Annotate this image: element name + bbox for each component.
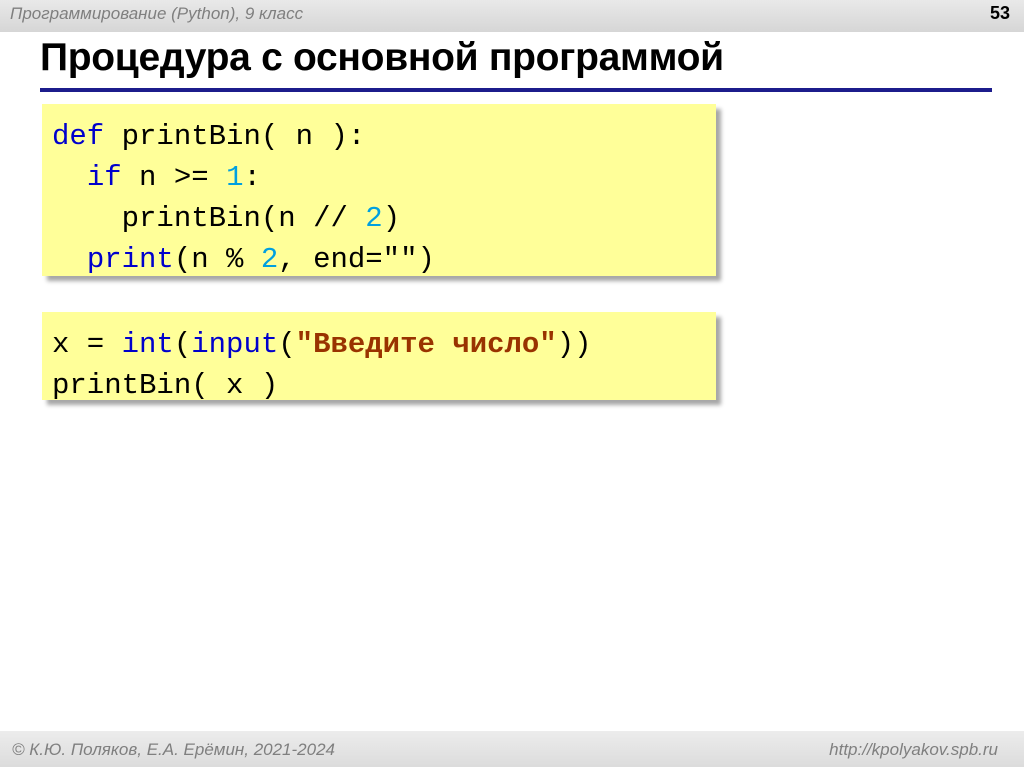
operator-gte: >= [173, 161, 209, 194]
if-variable: n [121, 161, 174, 194]
page-number: 53 [989, 3, 1010, 23]
operator-mod: % [226, 243, 244, 276]
footer-url[interactable]: http://kpolyakov.spb.ru [829, 740, 998, 760]
slide: Программирование (Python), 9 класс 53 Пр… [0, 0, 1024, 767]
number-two: 2 [260, 243, 279, 276]
code-line-if: if n >= 1: [52, 157, 716, 198]
code-line-recursive-call: printBin(n // 2) [52, 198, 716, 239]
code-line-print: print(n % 2, end="") [52, 239, 716, 280]
procedure-code-block: def printBin( n ): if n >= 1: printBin(n… [42, 104, 716, 276]
code-line-input: x = int(input("Введите число")) [52, 324, 716, 365]
close-parens: )) [556, 328, 592, 361]
keyword-if: if [86, 161, 122, 194]
call-close-paren: ) [382, 202, 401, 235]
assign-x: x = [52, 328, 122, 361]
builtin-input: input [191, 328, 279, 361]
print-arg: (n [173, 243, 227, 276]
procedure-call: printBin( x ) [52, 369, 279, 402]
open-paren: ( [278, 328, 296, 361]
prompt-string: "Введите число" [295, 328, 557, 361]
code-line-call: printBin( x ) [52, 365, 716, 406]
print-end-arg: , end="") [278, 243, 435, 276]
operator-floordiv: // [313, 202, 348, 235]
title-underline [40, 88, 992, 92]
def-signature: printBin( n ): [104, 120, 366, 153]
if-colon: : [243, 161, 261, 194]
header-subject: Программирование (Python), 9 класс [10, 4, 304, 23]
slide-title: Процедура с основной программой [40, 36, 724, 79]
footer-authors: © К.Ю. Поляков, Е.А. Ерёмин, 2021-2024 [12, 740, 335, 759]
builtin-print: print [86, 243, 174, 276]
keyword-def: def [52, 120, 105, 153]
code-line-def: def printBin( n ): [52, 116, 716, 157]
main-program-code-block: x = int(input("Введите число")) printBin(… [42, 312, 716, 402]
builtin-int: int [121, 328, 174, 361]
open-paren: ( [173, 328, 192, 361]
number-one: 1 [226, 161, 244, 194]
number-two: 2 [365, 202, 383, 235]
recursive-call: printBin(n [121, 202, 314, 235]
